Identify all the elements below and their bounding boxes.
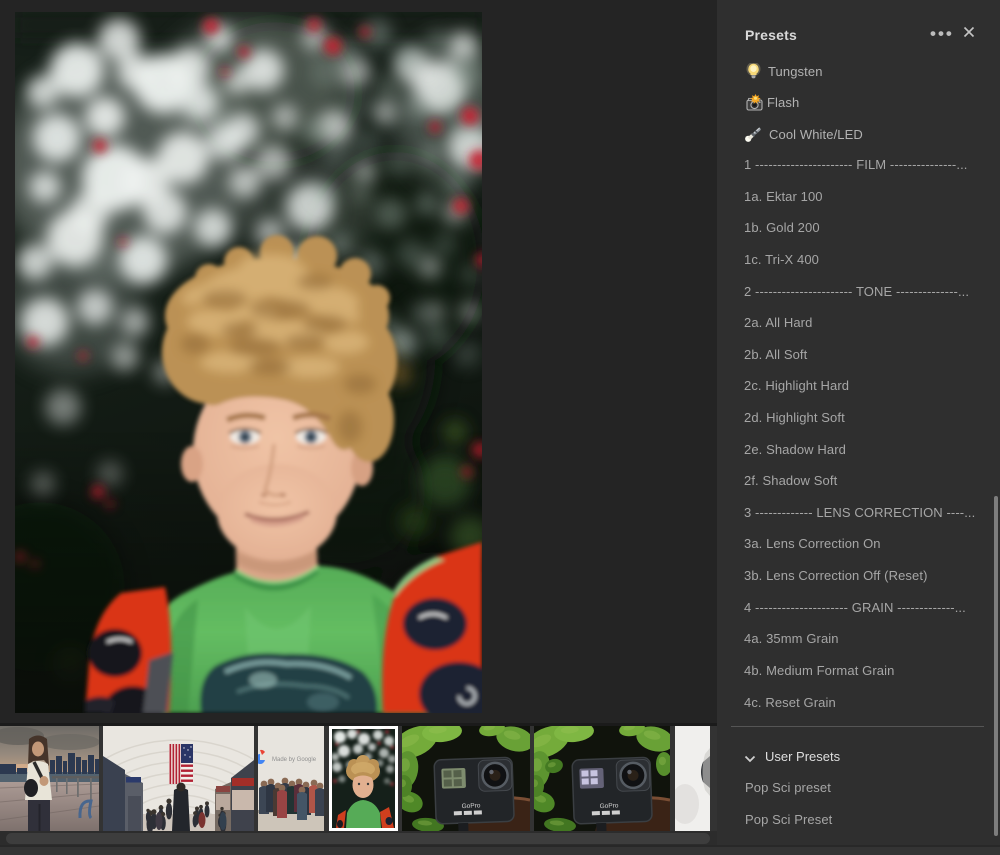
svg-text:Made by Google: Made by Google [272,757,317,763]
svg-text:GoPro: GoPro [462,802,481,810]
svg-text:GoPro: GoPro [600,802,619,810]
